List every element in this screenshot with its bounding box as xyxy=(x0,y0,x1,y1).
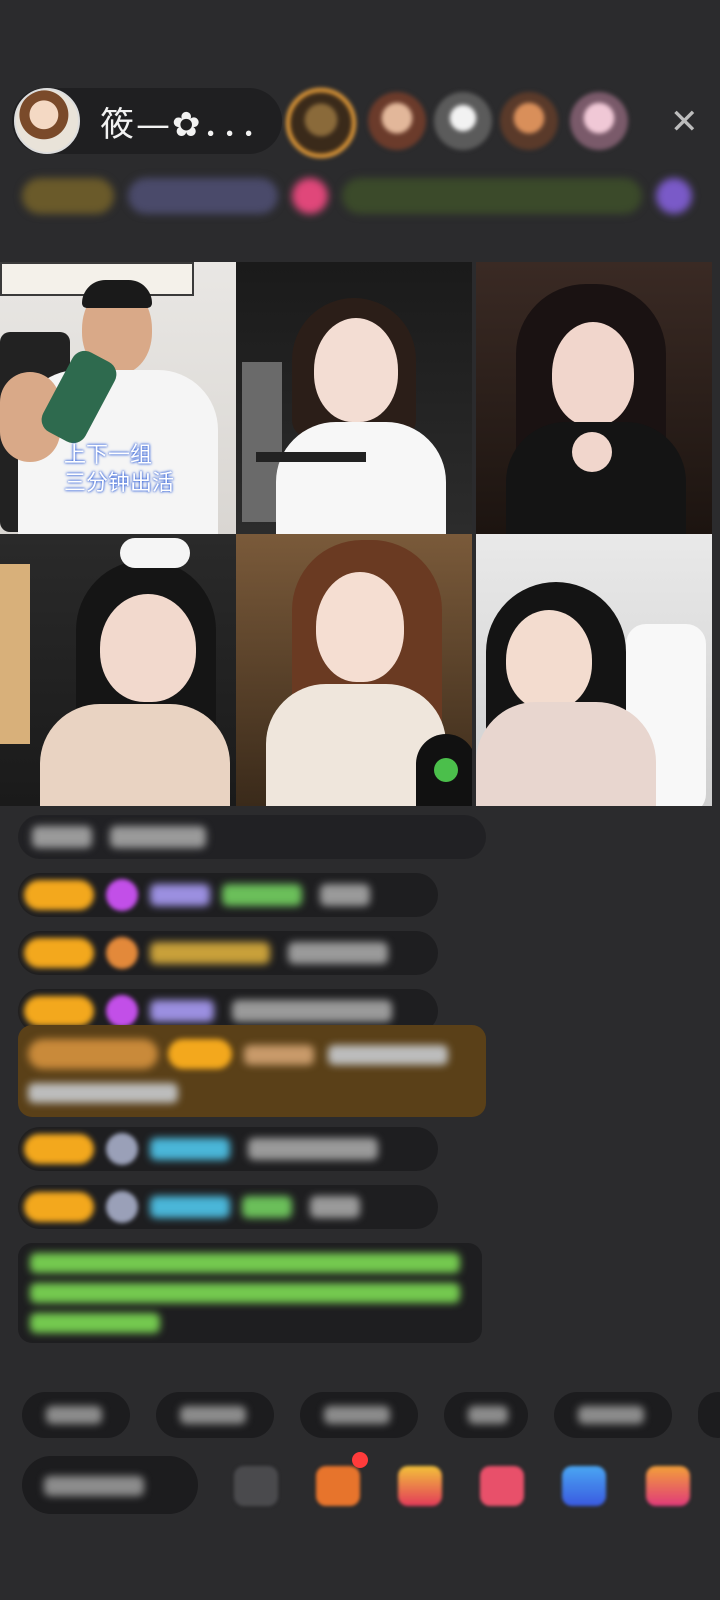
viewer-avatar-2[interactable] xyxy=(368,92,426,150)
pk-video-grid: 上下一组 三分钟出活 xyxy=(0,262,720,808)
chat-message xyxy=(18,815,486,859)
quick-reply-chip[interactable] xyxy=(554,1392,672,1438)
game-icon[interactable] xyxy=(562,1466,606,1506)
level-badge xyxy=(24,1192,94,1222)
video-tile-4[interactable] xyxy=(0,534,236,806)
level-badge xyxy=(24,1134,94,1164)
avatar-icon[interactable] xyxy=(656,178,692,214)
gift-box-icon[interactable] xyxy=(480,1466,524,1506)
fan-avatar-icon xyxy=(106,1133,138,1165)
fan-avatar-icon xyxy=(106,1191,138,1223)
quick-reply-chip[interactable] xyxy=(156,1392,274,1438)
level-badge xyxy=(24,938,94,968)
activity-banner[interactable] xyxy=(342,178,642,214)
host-name: 筱—✿．．． xyxy=(100,104,277,145)
chat-message xyxy=(18,1127,438,1171)
top-bar: 筱—✿．．． ✕ xyxy=(0,0,720,250)
more-icon[interactable] xyxy=(646,1466,690,1506)
microphone xyxy=(416,734,472,806)
quick-reply-row xyxy=(18,1392,720,1442)
highlighted-message xyxy=(18,1025,486,1117)
level-badge xyxy=(24,996,94,1026)
video-tile-2[interactable] xyxy=(236,262,472,534)
quick-reply-chip[interactable] xyxy=(444,1392,528,1438)
chat-message xyxy=(18,931,438,975)
video-tile-3[interactable] xyxy=(476,262,712,534)
popularity-chip[interactable] xyxy=(128,178,278,214)
host-info-pill[interactable]: 筱—✿．．． xyxy=(12,88,282,154)
quick-reply-chip[interactable] xyxy=(698,1392,720,1438)
emoji-icon[interactable] xyxy=(234,1466,278,1506)
host-avatar[interactable] xyxy=(14,88,80,154)
video-tile-5[interactable] xyxy=(236,534,472,806)
viewer-avatar-4[interactable] xyxy=(500,92,558,150)
shop-icon[interactable] xyxy=(316,1466,360,1506)
video-tile-6[interactable] xyxy=(476,534,712,806)
video-tile-1[interactable]: 上下一组 三分钟出活 xyxy=(0,262,236,534)
chat-message xyxy=(18,1185,438,1229)
fan-gem-icon xyxy=(106,995,138,1027)
viewer-avatar-5[interactable] xyxy=(570,92,628,150)
viewer-avatar-3[interactable] xyxy=(434,92,492,150)
quick-reply-chip[interactable] xyxy=(300,1392,418,1438)
lucky-box-icon[interactable] xyxy=(398,1466,442,1506)
level-badge xyxy=(24,880,94,910)
viewer-avatar-1[interactable] xyxy=(286,88,356,158)
fan-gem-icon xyxy=(106,879,138,911)
stats-row xyxy=(22,174,702,218)
bottom-bar xyxy=(0,1452,720,1532)
fan-heart-icon xyxy=(106,937,138,969)
chat-message xyxy=(18,873,438,917)
tile-caption: 上下一组 三分钟出活 xyxy=(64,443,175,496)
system-notice xyxy=(18,1243,482,1343)
quick-reply-chip[interactable] xyxy=(22,1392,130,1438)
notification-dot xyxy=(352,1452,368,1468)
chat-input[interactable] xyxy=(22,1456,198,1514)
rank-chip[interactable] xyxy=(22,178,114,214)
gift-icon[interactable] xyxy=(292,178,328,214)
close-icon[interactable]: ✕ xyxy=(670,102,699,142)
